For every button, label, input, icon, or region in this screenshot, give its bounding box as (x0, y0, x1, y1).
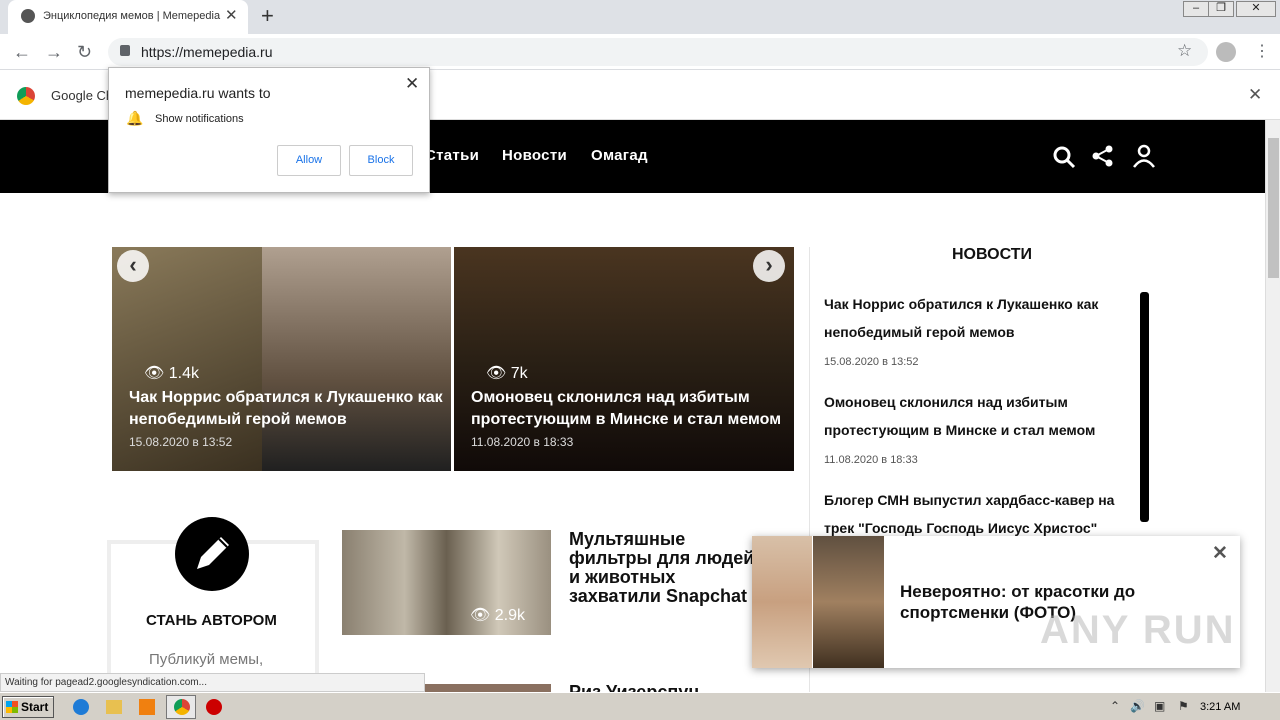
notification-prompt: memepedia.ru wants to 🔔 Show notificatio… (108, 67, 430, 193)
news-item-title[interactable]: Омоновец склонился над избитым протестую… (824, 388, 1134, 444)
article-title[interactable]: Риз Уизерспун (569, 682, 699, 692)
ad-image[interactable] (813, 536, 884, 668)
article-thumbnail[interactable]: 👁 2.9k (342, 530, 551, 635)
author-title[interactable]: СТАНЬ АВТОРОМ (146, 612, 277, 629)
slide-caption[interactable]: Чак Норрис обратился к Лукашенко как неп… (129, 387, 447, 431)
news-heading: НОВОСТИ (952, 246, 1033, 263)
opera-icon[interactable] (206, 699, 222, 715)
news-scrollbar[interactable] (1140, 292, 1149, 522)
block-button[interactable]: Block (349, 145, 413, 176)
chrome-icon (17, 87, 35, 105)
prompt-permission: Show notifications (155, 113, 244, 125)
tab-active[interactable]: Энциклопедия мемов | Memepedia ✕ (8, 0, 248, 34)
allow-button[interactable]: Allow (277, 145, 341, 176)
lock-icon[interactable] (120, 45, 130, 56)
network-icon[interactable]: ▣ (1154, 699, 1165, 713)
minimize-button[interactable]: – (1183, 1, 1209, 17)
scrollbar-thumb[interactable] (1268, 138, 1279, 278)
slide-1[interactable]: 👁 1.4k Чак Норрис обратился к Лукашенко … (112, 247, 451, 471)
status-bar: Waiting for pagead2.googlesyndication.co… (0, 673, 425, 692)
slide-caption[interactable]: Омоновец склонился над избитым протестую… (471, 387, 789, 431)
views-count: 👁 2.9k (470, 607, 526, 624)
tray-expand-icon[interactable]: ⌃ (1110, 699, 1120, 713)
omnibox[interactable]: https://memepedia.ru ☆ (108, 38, 1208, 66)
infobar-close-icon[interactable]: ✕ (1248, 85, 1262, 105)
star-icon[interactable]: ☆ (1177, 41, 1192, 61)
start-button[interactable]: Start (2, 696, 54, 718)
news-item-title[interactable]: Чак Норрис обратился к Лукашенко как неп… (824, 290, 1134, 346)
forward-icon[interactable]: → (45, 42, 63, 63)
menu-icon[interactable]: ⋮ (1254, 41, 1270, 61)
ad-close-icon[interactable]: ✕ (1212, 542, 1228, 565)
news-item-title[interactable]: Блогер СМН выпустил хардбасс-кавер на тр… (824, 486, 1134, 542)
infobar-label: Google Ch (51, 88, 114, 103)
article-thumbnail[interactable] (425, 684, 551, 692)
clock: 3:21 AM (1200, 701, 1241, 713)
search-icon[interactable] (1052, 145, 1076, 169)
reload-icon[interactable]: ↻ (77, 42, 92, 63)
nav-articles[interactable]: Статьи (425, 147, 479, 164)
watermark-logo: ANY RUN (1040, 608, 1236, 652)
slide-image (262, 247, 451, 471)
prompt-close-icon[interactable]: ✕ (405, 74, 419, 94)
new-tab-icon[interactable]: + (261, 3, 274, 29)
media-player-icon[interactable] (139, 699, 155, 715)
close-window-button[interactable]: ✕ (1236, 1, 1276, 17)
ad-image[interactable] (752, 536, 812, 668)
toolbar: ← → ↻ https://memepedia.ru ☆ ⋮ (0, 34, 1280, 70)
slide-date: 15.08.2020 в 13:52 (129, 435, 233, 449)
back-icon[interactable]: ← (13, 42, 31, 63)
news-item-date: 11.08.2020 в 18:33 (824, 454, 918, 466)
windows-logo-icon (6, 701, 18, 713)
chrome-taskbar-icon[interactable] (166, 695, 196, 719)
article-title[interactable]: Мультяшные фильтры для людей и животных … (569, 530, 769, 606)
pencil-icon[interactable] (175, 517, 249, 591)
tab-strip: Энциклопедия мемов | Memepedia ✕ + – ❐ ✕ (0, 0, 1280, 34)
globe-icon (21, 9, 35, 23)
slider-prev-button[interactable]: ‹ (117, 250, 149, 282)
bell-icon: 🔔 (126, 110, 144, 126)
nav-news[interactable]: Новости (502, 147, 567, 164)
share-icon[interactable] (1092, 145, 1114, 167)
profile-icon[interactable] (1216, 42, 1236, 62)
news-item-date: 15.08.2020 в 13:52 (824, 356, 919, 368)
volume-icon[interactable]: 🔊 (1130, 699, 1145, 713)
flag-icon[interactable]: ⚑ (1178, 699, 1189, 713)
slide-date: 11.08.2020 в 18:33 (471, 435, 574, 449)
slide-2[interactable]: 👁 7k Омоновец склонился над избитым прот… (454, 247, 794, 471)
nav-omagad[interactable]: Омагад (591, 147, 648, 164)
page-scrollbar[interactable] (1265, 120, 1280, 692)
views-count: 👁 1.4k (144, 365, 200, 382)
taskbar: Start ⌃ 🔊 ▣ ⚑ 3:21 AM (0, 692, 1280, 720)
views-count: 👁 7k (486, 365, 528, 382)
tab-close-icon[interactable]: ✕ (225, 6, 238, 24)
tab-title: Энциклопедия мемов | Memepedia (43, 10, 221, 22)
author-subtitle: Публикуй мемы, (149, 651, 264, 668)
restore-button[interactable]: ❐ (1208, 1, 1234, 17)
slider-next-button[interactable]: › (753, 250, 785, 282)
folder-icon[interactable] (106, 700, 122, 714)
ie-icon[interactable] (73, 699, 89, 715)
prompt-site: memepedia.ru wants to (125, 85, 271, 101)
user-icon[interactable] (1132, 144, 1156, 168)
url-text[interactable]: https://memepedia.ru (141, 44, 273, 60)
